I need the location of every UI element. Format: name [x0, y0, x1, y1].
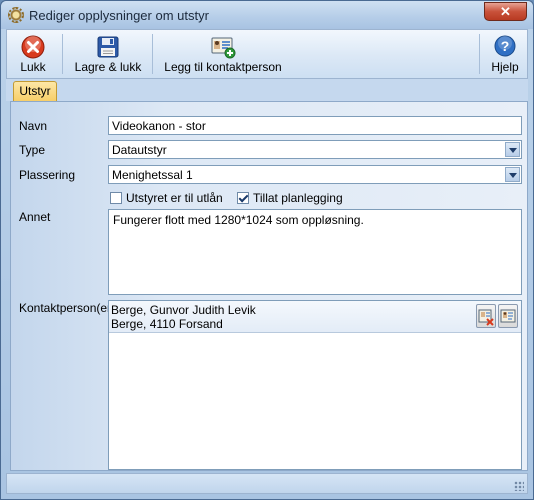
close-icon — [21, 35, 45, 59]
svg-text:?: ? — [501, 38, 510, 54]
location-select-value: Menighetssal 1 — [112, 168, 193, 182]
type-select[interactable]: Datautstyr — [108, 140, 522, 159]
close-button-label: Lukk — [20, 60, 46, 74]
chevron-down-icon[interactable] — [505, 167, 520, 182]
resize-grip-icon[interactable] — [514, 481, 524, 491]
other-label: Annet — [19, 210, 51, 224]
help-button-label: Hjelp — [491, 60, 519, 74]
chevron-down-icon[interactable] — [505, 142, 520, 157]
toolbar-separator — [62, 34, 63, 74]
type-label: Type — [19, 143, 46, 157]
list-item[interactable]: Berge, Gunvor Judith Levik Berge, 4110 F… — [109, 301, 521, 333]
help-icon: ? — [494, 35, 516, 57]
toolbar-separator — [152, 34, 153, 74]
contacts-list[interactable]: Berge, Gunvor Judith Levik Berge, 4110 F… — [108, 300, 522, 470]
save-close-button[interactable]: Lagre & lukk — [69, 32, 147, 76]
planning-checkbox-label[interactable]: Tillat planlegging — [253, 191, 343, 205]
title-bar[interactable]: Rediger opplysninger om utstyr ✕ — [1, 1, 533, 29]
add-contact-button-label: Legg til kontaktperson — [164, 60, 282, 74]
app-window: Rediger opplysninger om utstyr ✕ Lukk La… — [0, 0, 534, 500]
save-close-button-label: Lagre & lukk — [74, 60, 142, 74]
contacts-label: Kontaktperson(er) — [19, 301, 116, 315]
tab-strip: Utstyr — [6, 79, 528, 102]
loan-checkbox[interactable] — [110, 192, 122, 204]
app-gear-icon — [8, 7, 24, 23]
floppy-disk-icon — [97, 36, 119, 58]
window-close-button[interactable]: ✕ — [484, 2, 527, 21]
help-button[interactable]: ? Hjelp — [485, 32, 525, 76]
planning-checkbox[interactable] — [237, 192, 249, 204]
type-select-value: Datautstyr — [112, 143, 167, 157]
add-contact-button[interactable]: Legg til kontaktperson — [159, 32, 287, 76]
contact-name: Berge, Gunvor Judith Levik — [111, 303, 256, 317]
edit-contact-button[interactable] — [498, 304, 518, 328]
location-label: Plassering — [19, 168, 76, 182]
tab-utstyr[interactable]: Utstyr — [13, 81, 57, 102]
remove-contact-icon — [478, 309, 494, 326]
status-bar — [6, 473, 528, 494]
window-title: Rediger opplysninger om utstyr — [29, 8, 209, 23]
name-label: Navn — [19, 119, 48, 133]
other-textarea[interactable]: Fungerer flott med 1280*1024 som oppløsn… — [108, 209, 522, 295]
contact-address: Berge, 4110 Forsand — [111, 317, 223, 331]
add-contact-card-icon — [211, 37, 236, 59]
location-select[interactable]: Menighetssal 1 — [108, 165, 522, 184]
close-button[interactable]: Lukk — [13, 32, 53, 76]
contact-card-icon — [500, 309, 516, 323]
toolbar-separator — [479, 34, 480, 74]
loan-checkbox-label[interactable]: Utstyret er til utlån — [126, 191, 223, 205]
toolbar: Lukk Lagre & lukk Legg til kontaktperson… — [6, 29, 528, 79]
name-input[interactable]: Videokanon - stor — [108, 116, 522, 135]
remove-contact-button[interactable] — [476, 304, 496, 328]
